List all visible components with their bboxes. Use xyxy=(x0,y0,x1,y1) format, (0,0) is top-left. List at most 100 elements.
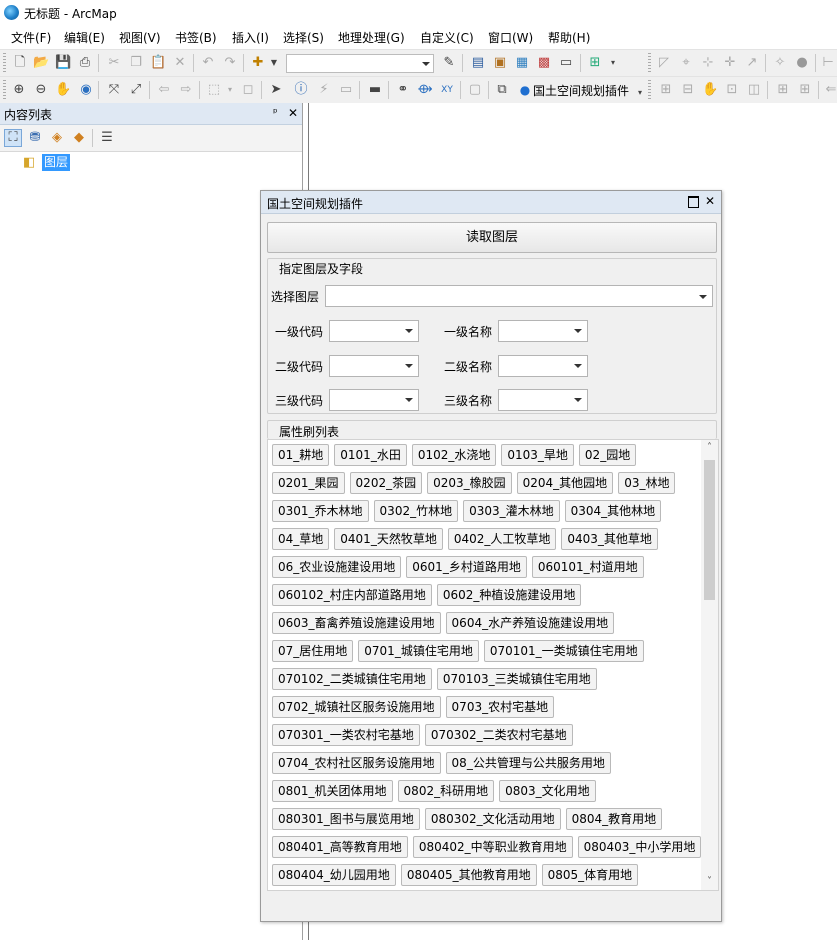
select-element-pointer-icon[interactable]: ➤ xyxy=(268,82,284,98)
scroll-down-icon[interactable]: ˅ xyxy=(701,874,718,890)
attribute-brush-button[interactable]: 070301_一类农村宅基地 xyxy=(272,724,420,746)
list-by-drawing-order-icon[interactable]: ⛶ xyxy=(4,129,22,147)
create-viewer-window-icon[interactable]: ⧉ xyxy=(494,82,510,98)
plugin-toolbar-button[interactable]: 国土空间规划插件 xyxy=(533,82,629,99)
attribute-brush-button[interactable]: 0304_其他林地 xyxy=(564,500,662,522)
select-dropdown-icon[interactable]: ▾ xyxy=(222,82,238,98)
attribute-brush-button[interactable]: 0203_橡胶园 xyxy=(427,472,512,494)
level1-code-dropdown[interactable] xyxy=(329,320,419,342)
toc-options-icon[interactable]: ☰ xyxy=(99,130,115,146)
attribute-brush-button[interactable]: 0602_种植设施建设用地 xyxy=(436,584,582,606)
layout-zoom-in-icon[interactable]: ⊞ xyxy=(658,82,674,98)
go-to-xy-icon[interactable]: XY xyxy=(439,82,455,98)
menu-file[interactable]: 文件(F) xyxy=(11,29,51,46)
select-features-icon[interactable]: ⬚ xyxy=(206,82,222,98)
attribute-brush-button[interactable]: 0102_水浇地 xyxy=(411,444,497,466)
plugin-globe-icon[interactable]: ● xyxy=(517,82,533,98)
snap-icon[interactable]: ⊹ xyxy=(700,55,716,71)
print-icon[interactable]: ⎙ xyxy=(77,55,93,71)
layout-forward-icon[interactable]: ⊞ xyxy=(797,82,813,98)
attribute-brush-button[interactable]: 0802_科研用地 xyxy=(397,780,495,802)
menu-help[interactable]: 帮助(H) xyxy=(548,29,590,46)
level3-name-dropdown[interactable] xyxy=(498,389,588,411)
menu-windows[interactable]: 窗口(W) xyxy=(488,29,533,46)
maximize-icon[interactable] xyxy=(688,196,699,208)
attribute-brush-button[interactable]: 080302_文化活动用地 xyxy=(424,808,561,830)
attribute-brush-button[interactable]: 0601_乡村道路用地 xyxy=(406,556,527,578)
html-popup-icon[interactable]: ▭ xyxy=(338,82,354,98)
layer-root-item[interactable]: 图层 xyxy=(42,154,71,171)
editor-toolbar-icon[interactable]: ✎ xyxy=(441,55,457,71)
attribute-brush-button[interactable]: 0801_机关团体用地 xyxy=(272,780,393,802)
attribute-brush-button[interactable]: 0101_水田 xyxy=(334,444,407,466)
edit-vertices-icon[interactable]: ⌖ xyxy=(678,55,694,71)
find-route-icon[interactable]: ⟴ xyxy=(417,82,433,98)
add-data-dropdown-icon[interactable]: ▼ xyxy=(266,55,282,71)
model-builder-icon[interactable]: ⊞ xyxy=(587,55,603,71)
attribute-brush-button[interactable]: 080404_幼儿园用地 xyxy=(272,864,396,886)
add-data-icon[interactable]: ✚ xyxy=(250,55,266,71)
zoom-in-icon[interactable]: ⊕ xyxy=(11,82,27,98)
attribute-brush-button[interactable]: 080301_图书与展览用地 xyxy=(272,808,420,830)
menu-edit[interactable]: 编辑(E) xyxy=(64,29,105,46)
georef-icon[interactable]: ✧ xyxy=(772,55,788,71)
clear-selection-icon[interactable]: ◻ xyxy=(240,82,256,98)
identify-icon[interactable]: ⓘ xyxy=(293,82,309,98)
redo-icon[interactable]: ↷ xyxy=(222,55,238,71)
table-of-contents-icon[interactable]: ▤ xyxy=(470,55,486,71)
attribute-brush-button[interactable]: 070102_二类城镇住宅用地 xyxy=(272,668,432,690)
menu-view[interactable]: 视图(V) xyxy=(119,29,161,46)
hyperlink-icon[interactable]: ⚡ xyxy=(316,82,332,98)
close-icon[interactable]: ✕ xyxy=(705,194,715,208)
layout-full-icon[interactable]: ⊡ xyxy=(724,82,740,98)
catalog-icon[interactable]: ▣ xyxy=(492,55,508,71)
pan-hand-icon[interactable]: ✋ xyxy=(55,82,71,98)
save-icon[interactable]: 💾 xyxy=(55,55,71,71)
list-by-visibility-icon[interactable]: ◈ xyxy=(49,130,65,146)
attribute-brush-button[interactable]: 080403_中小学用地 xyxy=(577,836,702,858)
zoom-out-icon[interactable]: ⊖ xyxy=(33,82,49,98)
attribute-brush-button[interactable]: 0702_城镇社区服务设施用地 xyxy=(272,696,441,718)
topology-icon[interactable]: ✛ xyxy=(722,55,738,71)
attribute-brush-button[interactable]: 0301_乔木林地 xyxy=(272,500,369,522)
attribute-brush-button[interactable]: 0303_灌木林地 xyxy=(463,500,560,522)
undo-icon[interactable]: ↶ xyxy=(200,55,216,71)
attribute-brush-button[interactable]: 0604_水产养殖设施建设用地 xyxy=(445,612,615,634)
attribute-brush-button[interactable]: 080402_中等职业教育用地 xyxy=(412,836,573,858)
attribute-brush-button[interactable]: 0402_人工牧草地 xyxy=(447,528,557,550)
close-icon[interactable]: ✕ xyxy=(288,106,298,120)
level1-name-dropdown[interactable] xyxy=(498,320,588,342)
level2-code-dropdown[interactable] xyxy=(329,355,419,377)
attribute-brush-button[interactable]: 0103_旱地 xyxy=(501,444,574,466)
attribute-brush-button[interactable]: 0401_天然牧草地 xyxy=(334,528,443,550)
select-layer-dropdown[interactable] xyxy=(325,285,713,307)
open-icon[interactable]: 📂 xyxy=(33,55,49,71)
attribute-brush-button[interactable]: 0403_其他草地 xyxy=(561,528,658,550)
list-by-source-icon[interactable]: ⛃ xyxy=(27,130,43,146)
layout-pan-icon[interactable]: ✋ xyxy=(702,82,718,98)
python-window-icon[interactable]: ▭ xyxy=(558,55,574,71)
find-binoculars-icon[interactable]: ⚭ xyxy=(395,82,411,98)
attribute-brush-button[interactable]: 0701_城镇住宅用地 xyxy=(358,640,479,662)
toolbar-grip[interactable] xyxy=(3,53,6,73)
attribute-brush-button[interactable]: 0704_农村社区服务设施用地 xyxy=(272,752,441,774)
toolbar-overflow-icon[interactable]: ▾ xyxy=(605,55,621,71)
attribute-brush-button[interactable]: 070101_一类城镇住宅用地 xyxy=(483,640,644,662)
level3-code-dropdown[interactable] xyxy=(329,389,419,411)
sketch-icon[interactable]: ↗ xyxy=(744,55,760,71)
measure-icon[interactable]: ▬ xyxy=(367,82,383,98)
fixed-zoom-out-icon[interactable]: ⤢ xyxy=(128,82,144,98)
level2-name-dropdown[interactable] xyxy=(498,355,588,377)
attribute-brush-button[interactable]: 01_耕地 xyxy=(272,444,330,466)
attribute-brush-button[interactable]: 080405_其他教育用地 xyxy=(400,864,537,886)
layout-more-icon[interactable]: ⇐ xyxy=(823,82,837,98)
attribute-brush-button[interactable]: 0603_畜禽养殖设施建设用地 xyxy=(272,612,441,634)
menu-geoprocessing[interactable]: 地理处理(G) xyxy=(338,29,405,46)
attribute-brush-button[interactable]: 03_林地 xyxy=(618,472,676,494)
attribute-brush-button[interactable]: 06_农业设施建设用地 xyxy=(272,556,402,578)
toolbar-overflow-icon[interactable]: ▾ xyxy=(632,85,648,101)
attribute-brush-button[interactable]: 0204_其他园地 xyxy=(516,472,614,494)
edit-tool-icon[interactable]: ◸ xyxy=(656,55,672,71)
layout-back-icon[interactable]: ⊞ xyxy=(775,82,791,98)
back-arrow-icon[interactable]: ⇦ xyxy=(156,82,172,98)
